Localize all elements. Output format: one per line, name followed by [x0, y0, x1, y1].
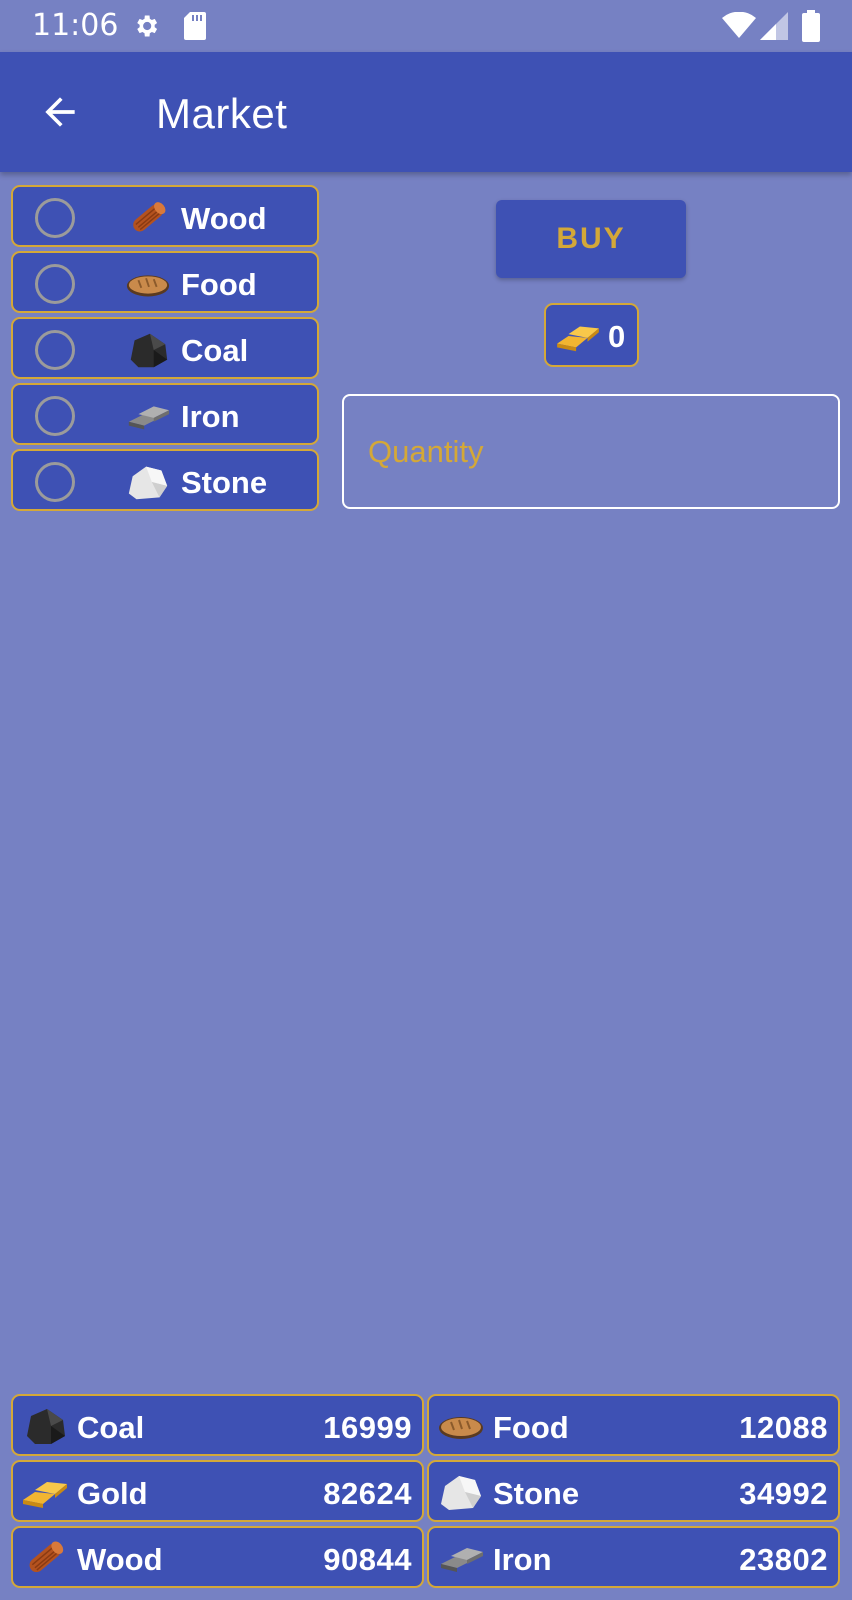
iron-icon [125, 396, 171, 436]
inventory-item-iron: Iron 23802 [427, 1526, 840, 1588]
wifi-icon [722, 12, 756, 38]
sd-card-icon [184, 12, 206, 40]
signal-icon [760, 12, 788, 40]
stone-icon [125, 462, 171, 502]
inventory-count: 82624 [323, 1476, 412, 1511]
battery-icon [802, 10, 820, 42]
resource-option-label: Wood [181, 201, 267, 236]
inventory-item-stone: Stone 34992 [427, 1460, 840, 1522]
resource-option-stone[interactable]: Stone [11, 449, 319, 511]
inventory-name: Food [493, 1410, 569, 1445]
resource-option-label: Food [181, 267, 257, 302]
gold-icon [21, 1472, 69, 1512]
stone-icon [437, 1472, 485, 1512]
inventory-item-food: Food 12088 [427, 1394, 840, 1456]
inventory-item-coal: Coal 16999 [11, 1394, 424, 1456]
iron-icon [437, 1538, 485, 1578]
resource-option-wood[interactable]: Wood [11, 185, 319, 247]
inventory-name: Coal [77, 1410, 145, 1445]
app-bar: Market [0, 52, 852, 172]
buy-button[interactable]: BUY [496, 200, 686, 278]
inventory-item-gold: Gold 82624 [11, 1460, 424, 1522]
price-display: 0 [544, 303, 639, 367]
inventory-name: Wood [77, 1542, 163, 1577]
resource-option-label: Stone [181, 465, 268, 500]
wood-icon [125, 198, 171, 238]
radio-button[interactable] [35, 330, 75, 370]
inventory-name: Stone [493, 1476, 580, 1511]
radio-button[interactable] [35, 264, 75, 304]
radio-button[interactable] [35, 462, 75, 502]
inventory-name: Gold [77, 1476, 148, 1511]
coal-icon [21, 1406, 69, 1446]
radio-button[interactable] [35, 198, 75, 238]
quantity-input[interactable] [342, 394, 840, 509]
page-title: Market [156, 90, 288, 137]
radio-button[interactable] [35, 396, 75, 436]
resource-option-label: Coal [181, 333, 249, 368]
inventory-name: Iron [493, 1542, 552, 1577]
bread-icon [437, 1406, 485, 1446]
inventory-item-wood: Wood 90844 [11, 1526, 424, 1588]
status-time: 11:06 [32, 8, 119, 43]
settings-gear-icon [137, 15, 158, 37]
resource-option-coal[interactable]: Coal [11, 317, 319, 379]
back-arrow-icon[interactable] [38, 90, 82, 134]
resource-option-food[interactable]: Food [11, 251, 319, 313]
inventory-count: 90844 [323, 1542, 412, 1577]
price-value: 0 [608, 319, 626, 354]
resource-option-label: Iron [181, 399, 240, 434]
inventory-count: 16999 [323, 1410, 412, 1445]
inventory-count: 23802 [739, 1542, 828, 1577]
status-bar: 11:06 [0, 0, 852, 52]
inventory-count: 12088 [739, 1410, 828, 1445]
resource-option-iron[interactable]: Iron [11, 383, 319, 445]
gold-icon [554, 317, 602, 355]
bread-icon [125, 264, 171, 304]
wood-icon [21, 1538, 69, 1578]
coal-icon [125, 330, 171, 370]
inventory-count: 34992 [739, 1476, 828, 1511]
